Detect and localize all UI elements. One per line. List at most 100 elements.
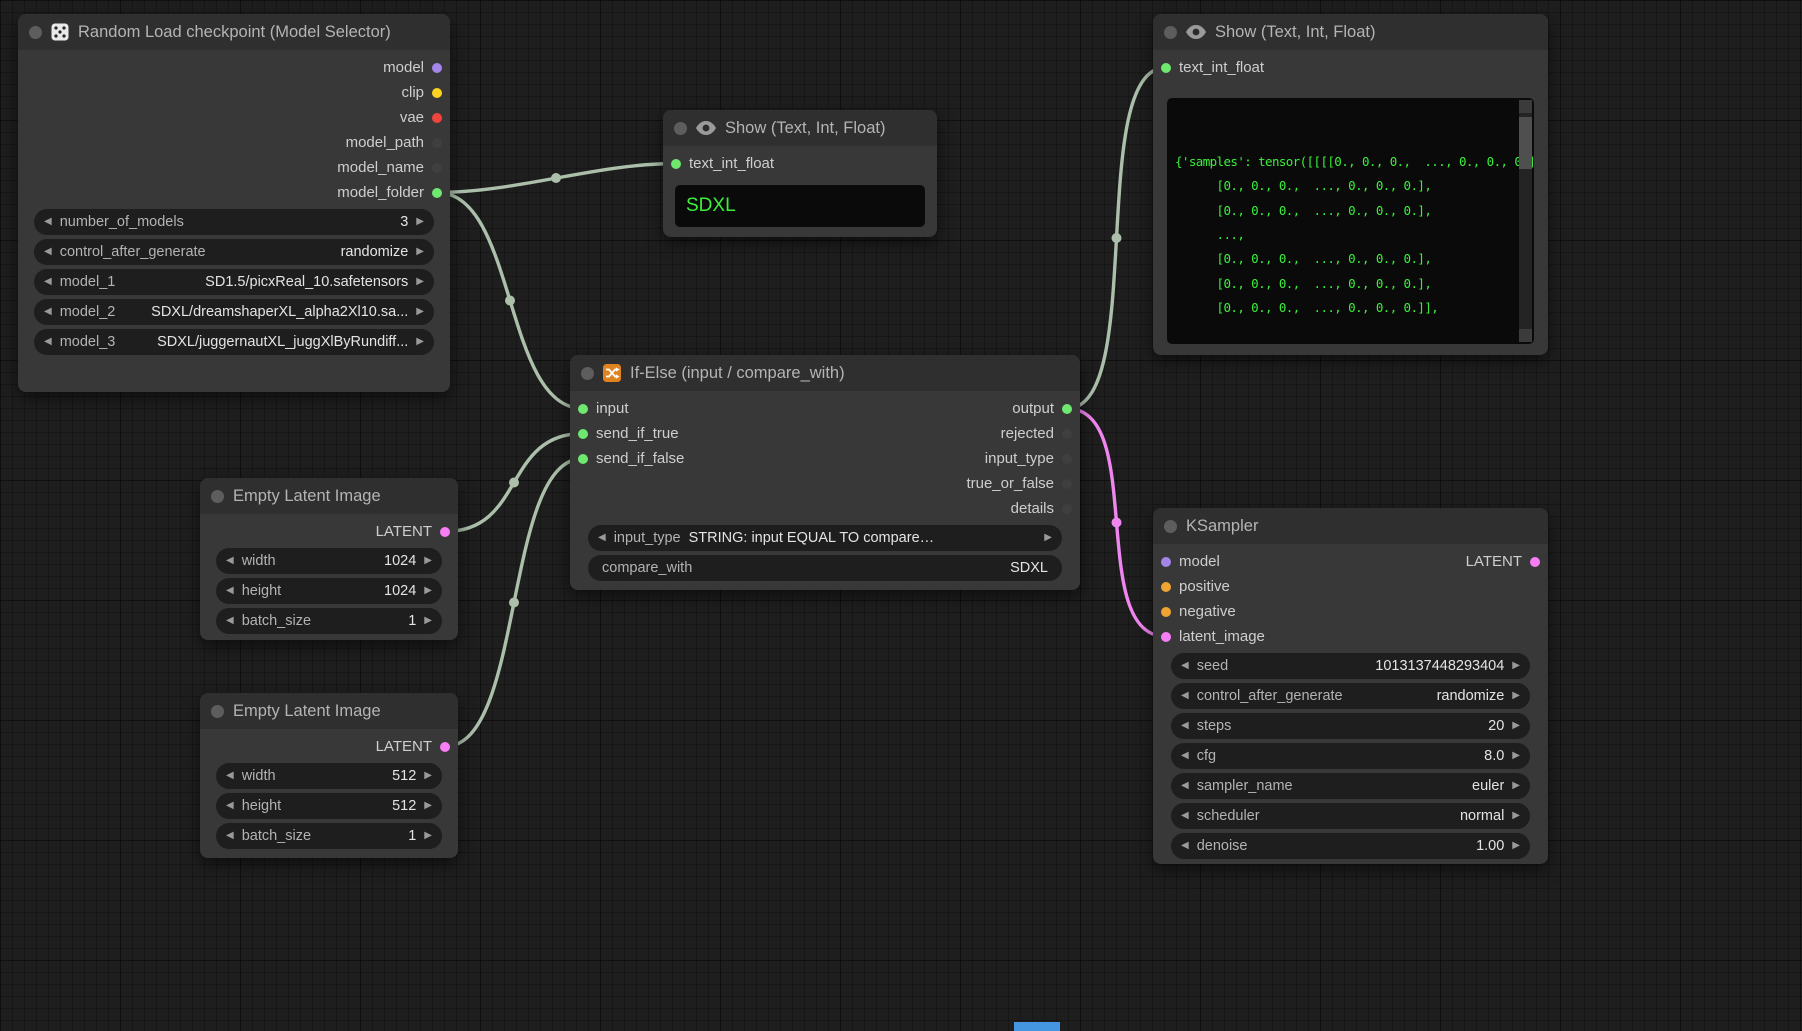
increment-arrow-icon[interactable]: ▶ [1512,841,1520,851]
slot-dot[interactable] [440,742,450,752]
link-midpoint-dot[interactable] [551,173,561,183]
widget-batch-size[interactable]: ◀ batch_size 1 ▶ [216,823,442,849]
decrement-arrow-icon[interactable]: ◀ [1181,811,1189,821]
link-midpoint-dot[interactable] [1112,233,1122,243]
widget-control-after-generate[interactable]: ◀ control_after_generate randomize ▶ [34,239,434,265]
collapse-dot[interactable] [29,26,42,39]
widget-compare-with[interactable]: compare_with SDXL [588,555,1062,581]
input-slot-latent-image[interactable]: latent_image [1161,624,1360,649]
output-slot-latent[interactable]: LATENT [208,734,450,759]
increment-arrow-icon[interactable]: ▶ [1512,811,1520,821]
output-slot-latent[interactable]: LATENT [208,519,450,544]
widget-width[interactable]: ◀ width 512 ▶ [216,763,442,789]
widget-steps[interactable]: ◀ steps 20 ▶ [1171,713,1530,739]
scrollbar[interactable] [1519,100,1532,342]
show-tensor-display[interactable]: {'samples': tensor([[[[0., 0., 0., ..., … [1167,98,1534,344]
increment-arrow-icon[interactable]: ▶ [424,801,432,811]
decrement-arrow-icon[interactable]: ◀ [44,337,52,347]
slot-dot[interactable] [432,163,442,173]
scrollbar-thumb[interactable] [1519,117,1532,169]
increment-arrow-icon[interactable]: ▶ [1512,721,1520,731]
widget-height[interactable]: ◀ height 1024 ▶ [216,578,442,604]
decrement-arrow-icon[interactable]: ◀ [1181,661,1189,671]
decrement-arrow-icon[interactable]: ◀ [1181,691,1189,701]
input-slot-text-int-float[interactable]: text_int_float [671,151,929,176]
output-slot-model-folder[interactable]: model_folder [26,180,442,205]
output-slot-input-type[interactable]: input_type [837,446,1072,471]
decrement-arrow-icon[interactable]: ◀ [226,771,234,781]
increment-arrow-icon[interactable]: ▶ [416,307,424,317]
scroll-up-button[interactable] [1519,100,1532,113]
slot-dot[interactable] [1161,582,1171,592]
increment-arrow-icon[interactable]: ▶ [1512,661,1520,671]
increment-arrow-icon[interactable]: ▶ [1512,751,1520,761]
slot-dot[interactable] [432,88,442,98]
output-slot-rejected[interactable]: rejected [837,421,1072,446]
slot-dot[interactable] [1530,557,1540,567]
slot-dot[interactable] [1062,404,1072,414]
decrement-arrow-icon[interactable]: ◀ [226,586,234,596]
decrement-arrow-icon[interactable]: ◀ [1181,781,1189,791]
increment-arrow-icon[interactable]: ▶ [424,831,432,841]
widget-scheduler[interactable]: ◀ scheduler normal ▶ [1171,803,1530,829]
node-if-else[interactable]: If-Else (input / compare_with) input sen… [570,355,1080,590]
output-slot-true-or-false[interactable]: true_or_false [837,471,1072,496]
slot-dot[interactable] [578,404,588,414]
increment-arrow-icon[interactable]: ▶ [424,586,432,596]
slot-dot[interactable] [1062,429,1072,439]
decrement-arrow-icon[interactable]: ◀ [598,533,606,543]
decrement-arrow-icon[interactable]: ◀ [44,307,52,317]
increment-arrow-icon[interactable]: ▶ [1512,781,1520,791]
node-graph-canvas[interactable]: { "ui": { "arrow_left": "◀", "arrow_righ… [0,0,1802,1031]
decrement-arrow-icon[interactable]: ◀ [226,801,234,811]
input-slot-model[interactable]: model [1161,549,1360,574]
collapse-dot[interactable] [1164,26,1177,39]
output-slot-model-path[interactable]: model_path [26,130,442,155]
slot-dot[interactable] [1062,504,1072,514]
widget-model-3[interactable]: ◀ model_3 SDXL/juggernautXL_juggXlByRund… [34,329,434,355]
slot-dot[interactable] [1161,557,1171,567]
node-random-load-checkpoint[interactable]: Random Load checkpoint (Model Selector) … [18,14,450,392]
increment-arrow-icon[interactable]: ▶ [424,771,432,781]
increment-arrow-icon[interactable]: ▶ [1044,533,1052,543]
output-slot-latent[interactable]: LATENT [1360,549,1540,574]
collapse-dot[interactable] [674,122,687,135]
output-slot-model[interactable]: model [26,55,442,80]
slot-dot[interactable] [1161,632,1171,642]
input-slot-input[interactable]: input [578,396,837,421]
slot-dot[interactable] [1161,607,1171,617]
output-slot-vae[interactable]: vae [26,105,442,130]
node-header[interactable]: Show (Text, Int, Float) [663,110,937,146]
widget-input-type[interactable]: ◀ input_type STRING: input EQUAL TO comp… [588,525,1062,551]
slot-dot[interactable] [671,159,681,169]
output-slot-model-name[interactable]: model_name [26,155,442,180]
node-header[interactable]: Empty Latent Image [200,478,458,514]
node-header[interactable]: Random Load checkpoint (Model Selector) [18,14,450,50]
node-show-large[interactable]: Show (Text, Int, Float) text_int_float {… [1153,14,1548,355]
output-slot-clip[interactable]: clip [26,80,442,105]
increment-arrow-icon[interactable]: ▶ [424,556,432,566]
collapse-dot[interactable] [1164,520,1177,533]
decrement-arrow-icon[interactable]: ◀ [226,831,234,841]
decrement-arrow-icon[interactable]: ◀ [44,277,52,287]
node-empty-latent-1[interactable]: Empty Latent Image LATENT ◀ width 1024 ▶… [200,478,458,640]
widget-model-1[interactable]: ◀ model_1 SD1.5/picxReal_10.safetensors … [34,269,434,295]
slot-dot[interactable] [578,429,588,439]
input-slot-send-if-true[interactable]: send_if_true [578,421,837,446]
increment-arrow-icon[interactable]: ▶ [424,616,432,626]
node-show-small[interactable]: Show (Text, Int, Float) text_int_float S… [663,110,937,237]
input-slot-negative[interactable]: negative [1161,599,1360,624]
decrement-arrow-icon[interactable]: ◀ [226,556,234,566]
node-header[interactable]: Show (Text, Int, Float) [1153,14,1548,50]
node-header[interactable]: KSampler [1153,508,1548,544]
increment-arrow-icon[interactable]: ▶ [416,247,424,257]
decrement-arrow-icon[interactable]: ◀ [44,217,52,227]
slot-dot[interactable] [432,63,442,73]
decrement-arrow-icon[interactable]: ◀ [1181,751,1189,761]
widget-width[interactable]: ◀ width 1024 ▶ [216,548,442,574]
link-midpoint-dot[interactable] [505,296,515,306]
node-header[interactable]: Empty Latent Image [200,693,458,729]
collapse-dot[interactable] [581,367,594,380]
scroll-down-button[interactable] [1519,329,1532,342]
slot-dot[interactable] [1062,479,1072,489]
